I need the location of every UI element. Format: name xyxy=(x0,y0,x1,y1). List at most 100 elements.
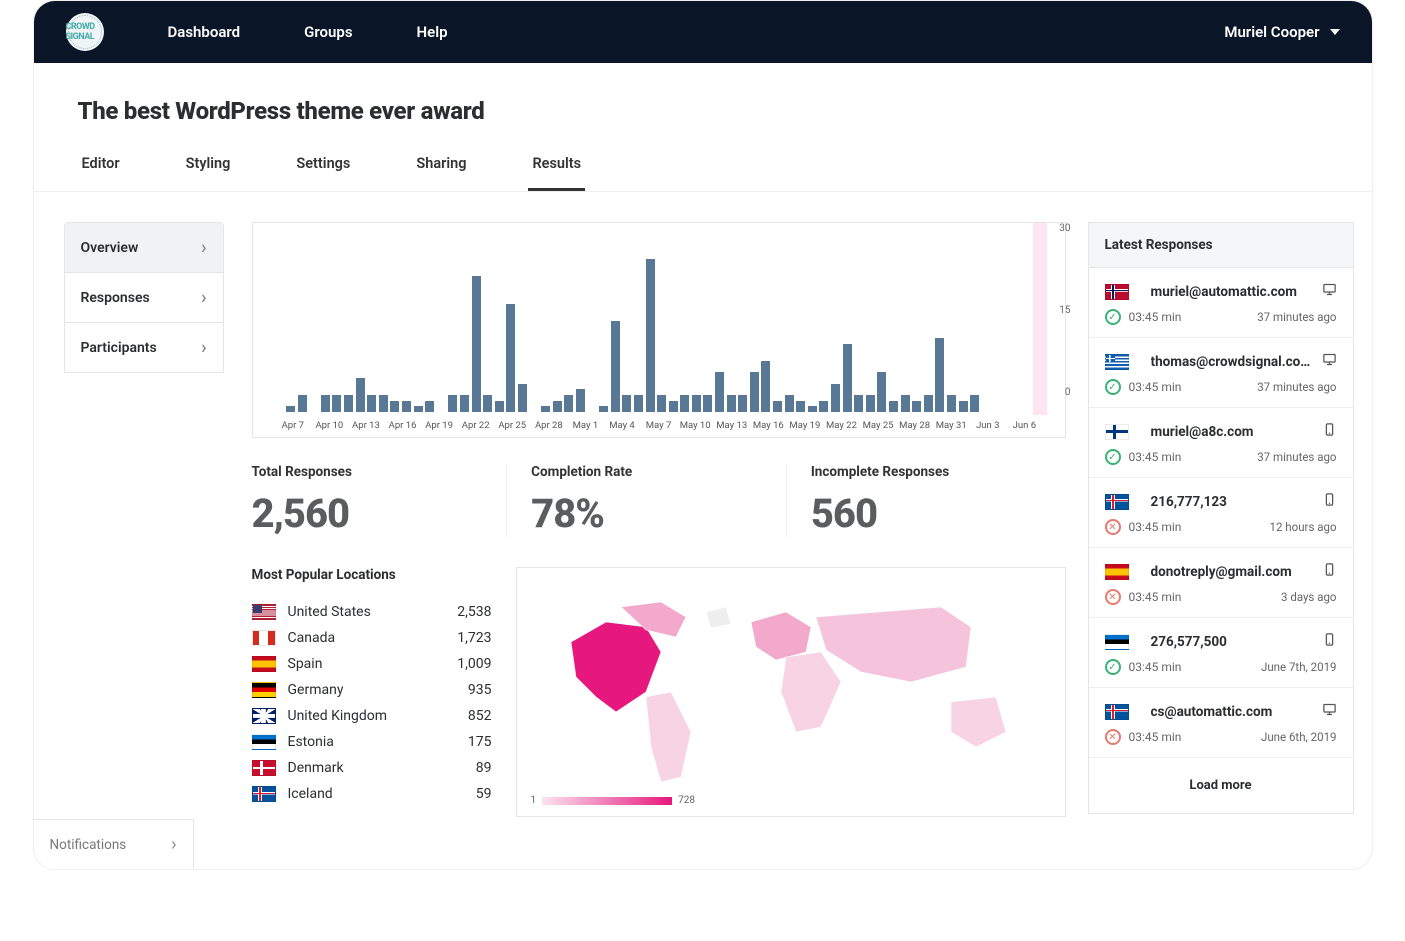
flag-icon xyxy=(1105,634,1129,650)
chart-bar xyxy=(553,401,562,412)
location-name: Canada xyxy=(288,630,458,646)
response-duration: 03:45 min xyxy=(1129,310,1250,324)
chart-bar xyxy=(344,395,353,412)
chart-bar xyxy=(414,406,423,412)
nav-help[interactable]: Help xyxy=(417,23,448,41)
response-item[interactable]: 276,577,500✓03:45 minJune 7th, 2019 xyxy=(1089,618,1353,688)
chart-bar xyxy=(669,401,678,412)
user-menu[interactable]: Muriel Cooper xyxy=(1224,23,1339,41)
chart-bar xyxy=(460,395,469,412)
mobile-icon xyxy=(1322,632,1337,651)
location-row: United Kingdom852 xyxy=(252,703,492,729)
stat-label: Total Responses xyxy=(252,464,483,480)
response-item[interactable]: muriel@automattic.com✓03:45 min37 minute… xyxy=(1089,268,1353,338)
flag-icon xyxy=(1105,564,1129,580)
chart-bar xyxy=(970,395,979,412)
response-ago: 37 minutes ago xyxy=(1257,380,1336,394)
stat-label: Completion Rate xyxy=(531,464,762,480)
stat-card: Total Responses2,560 xyxy=(252,464,507,537)
tabs: Editor Styling Settings Sharing Results xyxy=(34,143,1372,192)
sidebar-item-label: Responses xyxy=(81,290,150,306)
chart-bar xyxy=(425,401,434,412)
flag-icon xyxy=(252,708,276,724)
chart-bar xyxy=(286,406,295,412)
notifications-button[interactable]: Notifications xyxy=(34,819,194,869)
location-count: 175 xyxy=(468,734,492,750)
sidebar: Overview Responses Participants xyxy=(64,222,224,373)
chart-bar xyxy=(866,395,875,412)
stat-card: Completion Rate78% xyxy=(506,464,786,537)
chart-bar xyxy=(646,259,655,412)
response-item[interactable]: muriel@a8c.com✓03:45 min37 minutes ago xyxy=(1089,408,1353,478)
response-duration: 03:45 min xyxy=(1129,660,1253,674)
chart-bar xyxy=(785,395,794,412)
response-duration: 03:45 min xyxy=(1129,590,1274,604)
tab-results[interactable]: Results xyxy=(528,143,585,191)
x-circle-icon: ✕ xyxy=(1105,589,1121,605)
world-map[interactable]: 1 728 xyxy=(516,567,1066,817)
stat-card: Incomplete Responses560 xyxy=(786,464,1066,537)
check-circle-icon: ✓ xyxy=(1105,379,1121,395)
chart-bar xyxy=(483,395,492,412)
chart-bar xyxy=(506,304,515,412)
latest-responses-panel: Latest Responses muriel@automattic.com✓0… xyxy=(1088,222,1354,814)
page-title: The best WordPress theme ever award xyxy=(34,63,1372,143)
chart-y-axis: 30150 xyxy=(1059,223,1070,398)
sidebar-item-responses[interactable]: Responses xyxy=(65,273,223,323)
chart-bar xyxy=(402,401,411,412)
location-count: 59 xyxy=(476,786,492,802)
chart-bar xyxy=(819,401,828,412)
flag-icon xyxy=(252,682,276,698)
chevron-right-icon xyxy=(171,834,176,855)
chart-bar xyxy=(924,395,933,412)
logo[interactable]: CROWD SIGNAL xyxy=(66,13,104,51)
desktop-icon xyxy=(1322,702,1337,721)
load-more-button[interactable]: Load more xyxy=(1089,758,1353,813)
flag-icon xyxy=(252,760,276,776)
chart-bar xyxy=(854,395,863,412)
chart-bar xyxy=(321,395,330,412)
location-count: 89 xyxy=(476,760,492,776)
stats-row: Total Responses2,560Completion Rate78%In… xyxy=(252,464,1066,537)
map-legend: 1 728 xyxy=(531,795,696,806)
mobile-icon xyxy=(1322,562,1337,581)
response-ago: June 7th, 2019 xyxy=(1261,660,1337,674)
tab-sharing[interactable]: Sharing xyxy=(412,143,470,191)
chart-bar xyxy=(935,338,944,412)
map-legend-min: 1 xyxy=(531,795,537,806)
sidebar-item-label: Overview xyxy=(81,240,139,256)
response-ago: 37 minutes ago xyxy=(1257,310,1336,324)
tab-settings[interactable]: Settings xyxy=(292,143,354,191)
chevron-right-icon xyxy=(201,237,206,258)
chevron-right-icon xyxy=(201,337,206,358)
response-email: muriel@automattic.com xyxy=(1151,284,1312,300)
chart-bar xyxy=(472,276,481,412)
chart-bar xyxy=(901,395,910,412)
location-row: Germany935 xyxy=(252,677,492,703)
response-ago: 12 hours ago xyxy=(1270,520,1337,534)
sidebar-item-overview[interactable]: Overview xyxy=(65,223,223,273)
flag-icon xyxy=(1105,494,1129,510)
response-email: muriel@a8c.com xyxy=(1151,424,1312,440)
nav-dashboard[interactable]: Dashboard xyxy=(168,23,241,41)
nav-groups[interactable]: Groups xyxy=(304,23,352,41)
mobile-icon xyxy=(1322,492,1337,511)
response-item[interactable]: 216,777,123✕03:45 min12 hours ago xyxy=(1089,478,1353,548)
notifications-label: Notifications xyxy=(50,837,127,853)
response-item[interactable]: thomas@crowdsignal.com✓03:45 min37 minut… xyxy=(1089,338,1353,408)
chart-bar xyxy=(541,406,550,412)
tab-editor[interactable]: Editor xyxy=(78,143,124,191)
flag-icon xyxy=(252,734,276,750)
flag-icon xyxy=(1105,704,1129,720)
response-item[interactable]: donotreply@gmail.com✕03:45 min3 days ago xyxy=(1089,548,1353,618)
tab-styling[interactable]: Styling xyxy=(182,143,235,191)
responses-chart: 30150 Apr 7Apr 10Apr 13Apr 16Apr 19Apr 2… xyxy=(252,222,1066,438)
chart-bar xyxy=(889,401,898,412)
sidebar-item-participants[interactable]: Participants xyxy=(65,323,223,373)
chart-bar xyxy=(495,401,504,412)
chart-bar xyxy=(773,401,782,412)
top-nav: CROWD SIGNAL Dashboard Groups Help Muriel … xyxy=(34,1,1372,63)
flag-icon xyxy=(1105,424,1129,440)
response-item[interactable]: cs@automattic.com✕03:45 minJune 6th, 201… xyxy=(1089,688,1353,758)
check-circle-icon: ✓ xyxy=(1105,659,1121,675)
